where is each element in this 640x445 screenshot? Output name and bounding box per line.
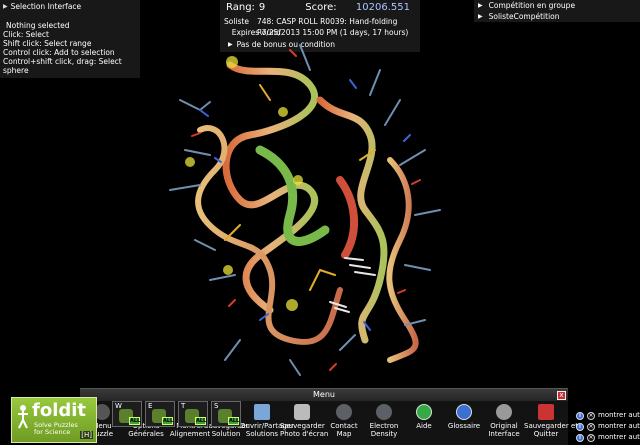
slot-all-badge: ALL <box>129 417 141 425</box>
slot-all-badge: ALL <box>228 417 240 425</box>
selection-help-click: Click: Select <box>3 30 49 39</box>
close-icon[interactable]: × <box>587 422 595 431</box>
save-quit-icon <box>538 404 554 420</box>
glossary-icon <box>456 404 472 420</box>
auto-show-row[interactable]: i × montrer aut <box>576 421 640 432</box>
tool-label: Original <box>490 422 518 430</box>
expand-arrow-icon[interactable]: ▶ <box>478 11 483 22</box>
selection-title: Selection Interface <box>10 2 82 11</box>
tool-label: Quitter <box>533 430 559 438</box>
tool-label: Interface <box>488 430 520 438</box>
score-value: 10206.551 <box>355 2 410 13</box>
score-label: Score: <box>305 2 337 13</box>
group-competition-label: Compétition en groupe <box>488 1 576 10</box>
info-icon[interactable]: i <box>576 411 584 420</box>
selection-help-shift: Shift click: Select range <box>3 39 92 48</box>
tool-label: Density <box>370 430 398 438</box>
electron-density-icon <box>376 404 392 420</box>
puzzle-name: 748: CASP ROLL R0039: Hand-folding Round <box>256 17 398 37</box>
selection-help-control-shift: Control+shift click, drag: Select <box>3 57 122 66</box>
slot-key: S <box>214 402 219 410</box>
rank-value: 9 <box>258 2 266 13</box>
auto-show-row[interactable]: i × montrer aut <box>576 432 640 443</box>
tool-label: Sauvegarder <box>280 422 325 430</box>
menu-title-bar: Menu x <box>80 388 568 401</box>
collapse-arrow-icon[interactable]: ▶ <box>3 2 8 11</box>
backbone-ribbon[interactable] <box>195 61 419 363</box>
protein-3d-viewport[interactable] <box>140 40 470 390</box>
tool-label: Aide <box>416 422 432 430</box>
auto-show-row[interactable]: i × montrer aut <box>576 410 640 421</box>
contact-map-button[interactable]: Contact Map <box>322 401 366 445</box>
group-competition-item[interactable]: ▶ Compétition en groupe <box>478 0 636 11</box>
contact-map-icon <box>336 404 352 420</box>
selection-help-sphere: sphere <box>3 66 29 75</box>
info-icon[interactable]: i <box>576 422 584 431</box>
foldit-tagline: Solve Puzzles for Science <box>34 422 78 436</box>
tagline-line: for Science <box>34 428 71 436</box>
original-interface-button[interactable]: Original Interface <box>482 401 526 445</box>
electron-density-button[interactable]: Electron Density <box>362 401 406 445</box>
original-interface-icon <box>496 404 512 420</box>
slot-key: E <box>148 402 153 410</box>
selection-help-control: Control click: Add to selection <box>3 48 115 57</box>
screenshot-button[interactable]: Sauvegarder Photo d'écran <box>280 401 329 445</box>
info-icon[interactable]: i <box>576 433 584 442</box>
competition-panel: ▶ Compétition en groupe ▶ SolisteCompéti… <box>474 0 640 22</box>
tool-slot-s[interactable]: S ALL <box>211 401 241 427</box>
help-icon <box>416 404 432 420</box>
solo-competition-item[interactable]: ▶ SolisteCompétition <box>478 11 636 22</box>
expand-arrow-icon[interactable]: ▶ <box>478 0 483 11</box>
selection-title-row[interactable]: ▶ Selection Interface <box>3 2 137 11</box>
help-button[interactable]: Aide <box>402 401 446 445</box>
tool-slot-t[interactable]: T ALL <box>178 401 208 427</box>
tool-label: Map <box>336 430 352 438</box>
logo-hotkey: [H] <box>80 431 93 439</box>
auto-show-label: montrer aut <box>598 433 640 441</box>
menu-close-button[interactable]: x <box>557 391 566 400</box>
close-icon[interactable]: × <box>587 411 595 420</box>
tool-label: Electron <box>369 422 399 430</box>
sidechains <box>169 44 441 376</box>
solo-competition-label: SolisteCompétition <box>488 12 560 21</box>
foldit-logo[interactable]: foldit Solve Puzzles for Science [H] <box>11 397 97 443</box>
menu-title: Menu <box>313 390 335 399</box>
tool-label: Glossaire <box>447 422 481 430</box>
slot-all-badge: ALL <box>195 417 207 425</box>
auto-show-panel: i × montrer aut i × montrer aut i × mont… <box>576 410 640 443</box>
selection-status: Nothing selected <box>6 21 70 30</box>
foldit-figure-icon <box>18 405 28 429</box>
tool-label: Générales <box>128 430 164 438</box>
slot-all-badge: ALL <box>162 417 174 425</box>
tool-label: Solutions <box>245 430 279 438</box>
tool-label: Contact <box>330 422 358 430</box>
open-share-solutions-button[interactable]: Ouvrir/Partager Solutions <box>240 401 294 445</box>
tool-slot-e[interactable]: E ALL <box>145 401 175 427</box>
camera-icon <box>294 404 310 420</box>
player-type: Soliste <box>224 17 249 26</box>
puzzle-expiry: Expires 7/25/2013 15:00 PM (1 days, 17 h… <box>231 28 409 37</box>
save-and-quit-button[interactable]: Sauvegarder et Quitter <box>524 401 579 445</box>
auto-show-label: montrer aut <box>598 422 640 430</box>
tool-label: Photo d'écran <box>280 430 329 438</box>
selection-interface-panel: ▶ Selection Interface Nothing selected C… <box>0 0 140 78</box>
foldit-wordmark: foldit <box>32 400 87 421</box>
slot-key: T <box>181 402 186 410</box>
auto-show-label: montrer aut <box>598 411 640 419</box>
rank-label: Rang: <box>226 2 255 13</box>
glossary-button[interactable]: Glossaire <box>442 401 486 445</box>
tool-label: Sauvegarder et <box>524 422 579 430</box>
close-icon[interactable]: × <box>587 433 595 442</box>
tool-label: Ouvrir/Partager <box>240 422 294 430</box>
folder-icon <box>254 404 270 420</box>
tool-slot-w[interactable]: W ALL <box>112 401 142 427</box>
